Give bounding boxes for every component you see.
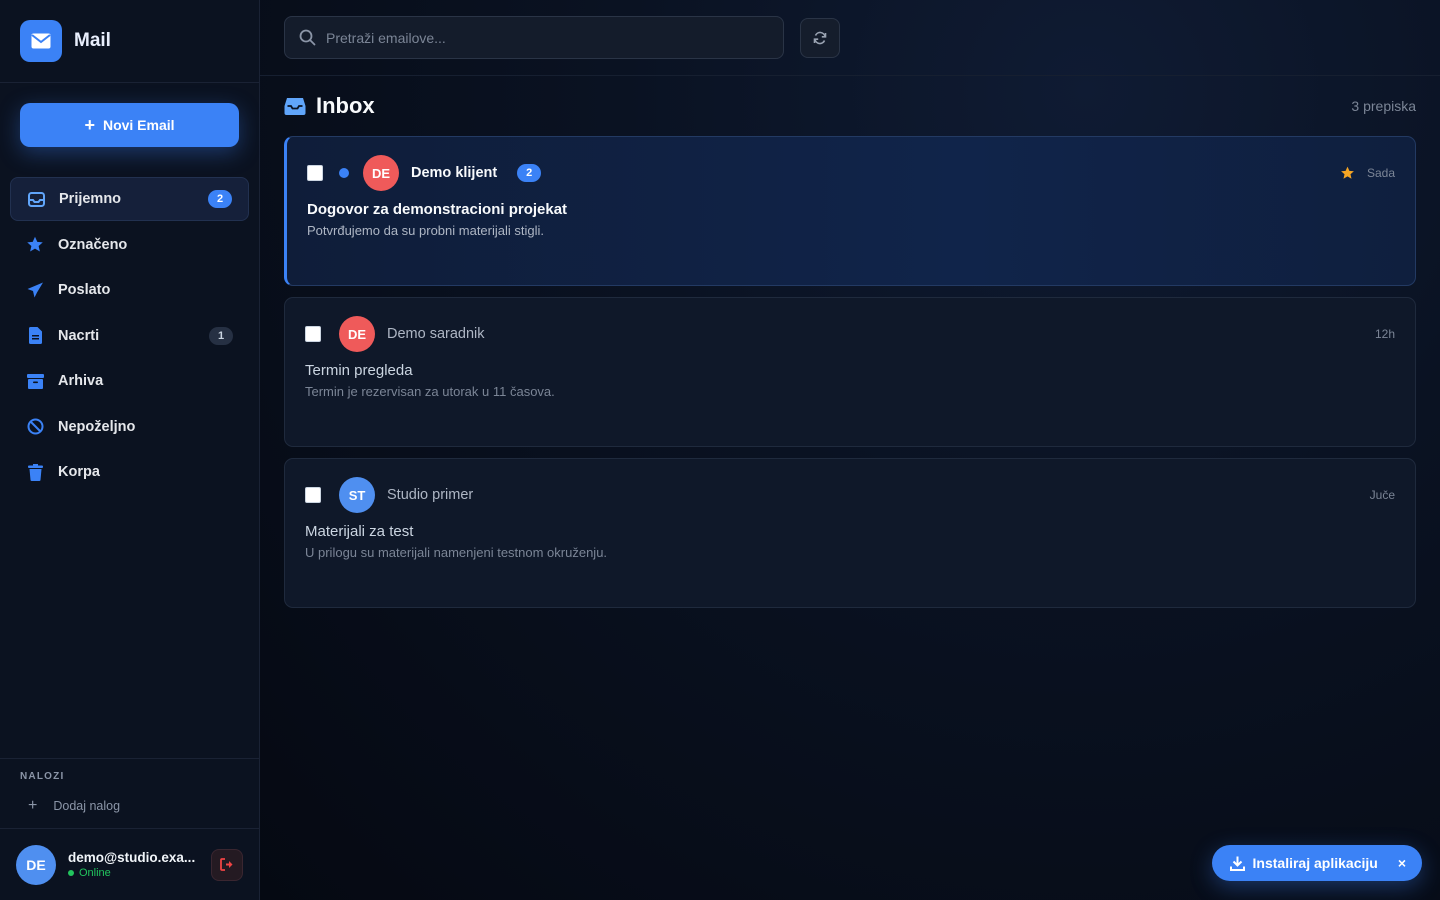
sidebar-item-label: Korpa: [58, 464, 100, 480]
mail-header: DE Demo saradnik 12h: [305, 316, 1395, 352]
inbox-header: Inbox 3 prepiska: [284, 93, 1416, 119]
archive-icon: [26, 372, 44, 390]
user-panel: DE demo@studio.exa... Online: [0, 828, 259, 900]
inbox-icon: [27, 190, 45, 208]
email-subject: Dogovor za demonstracioni projekat: [307, 201, 568, 218]
refresh-button[interactable]: [800, 17, 840, 58]
new-email-button[interactable]: + Novi Email: [20, 103, 239, 147]
email-preview: U prilogu su materijali namenjeni testno…: [305, 545, 608, 560]
list-item[interactable]: DE Demo klijent 2 Sada Dogovor za demons…: [284, 136, 1416, 286]
send-icon: [26, 281, 44, 299]
timestamp: 12h: [1374, 327, 1395, 341]
online-dot-icon: [68, 870, 74, 876]
draft-count-badge: 1: [209, 326, 233, 345]
select-checkbox[interactable]: [307, 165, 323, 181]
sidebar-item-label: Prijemno: [59, 191, 122, 207]
sidebar-item-nacrti[interactable]: Nacrti 1: [10, 314, 249, 358]
select-checkbox[interactable]: [305, 326, 321, 342]
page-title: Inbox: [284, 93, 375, 119]
ban-icon: [26, 418, 44, 436]
logout-button[interactable]: [211, 848, 243, 881]
avatar[interactable]: DE: [16, 844, 56, 885]
plus-icon: +: [84, 115, 95, 135]
sender-name: Demo klijent: [411, 165, 498, 181]
timestamp: Sada: [1366, 166, 1395, 180]
sidebar-item-label: Nepoželjno: [58, 418, 136, 435]
main-panel: Inbox 3 prepiska DE Demo klijent 2 Sada: [260, 0, 1440, 900]
mail-meta: 12h: [1375, 327, 1395, 341]
mail-header: DE Demo klijent 2 Sada: [307, 155, 1395, 191]
sidebar-item-oznaceno[interactable]: Označeno: [10, 223, 249, 267]
sender-name: Demo saradnik: [387, 326, 485, 342]
sidebar-item-korpa[interactable]: Korpa: [10, 450, 249, 494]
search-input[interactable]: [326, 29, 769, 46]
sidebar-item-label: Nacrti: [58, 327, 100, 344]
email-subject: Termin pregleda: [305, 362, 413, 379]
email-preview: Termin je rezervisan za utorak u 11 časo…: [305, 384, 555, 399]
sidebar-item-nepozeljno[interactable]: Nepoželjno: [10, 405, 249, 449]
file-icon: [26, 327, 44, 345]
download-icon: [1229, 856, 1245, 871]
thread-count: 3 prepiska: [1351, 98, 1416, 114]
refresh-icon: [813, 31, 827, 44]
email-preview: Potvrđujemo da su probni materijali stig…: [307, 223, 544, 238]
topbar: [260, 0, 1440, 76]
inbox-title-text: Inbox: [316, 93, 375, 118]
mail-logo-icon: [20, 20, 62, 62]
plus-icon: +: [28, 797, 38, 814]
star-icon: [26, 236, 44, 254]
user-email: demo@studio.exa...: [68, 850, 196, 865]
unread-dot-icon: [339, 168, 349, 178]
user-status: Online: [68, 867, 199, 879]
search-box[interactable]: [284, 16, 784, 59]
list-item[interactable]: DE Demo saradnik 12h Termin pregleda Ter…: [284, 297, 1416, 447]
mail-header: ST Studio primer Juče: [305, 477, 1395, 513]
install-app-button[interactable]: Instaliraj aplikaciju ×: [1211, 845, 1422, 881]
avatar: ST: [339, 477, 375, 513]
sidebar-item-label: Poslato: [58, 282, 111, 298]
star-icon[interactable]: [1340, 166, 1355, 180]
list-item[interactable]: ST Studio primer Juče Materijali za test…: [284, 458, 1416, 608]
folder-nav: Prijemno 2 Označeno Poslato Nacrti 1 Arh…: [0, 177, 259, 496]
logout-icon: [220, 858, 233, 871]
mail-meta: Sada: [1340, 166, 1395, 180]
avatar: DE: [363, 155, 399, 191]
brand: Mail: [0, 0, 259, 83]
user-info: demo@studio.exa... Online: [68, 850, 199, 879]
thread-count-badge: 2: [517, 164, 542, 182]
mail-app: Mail + Novi Email Prijemno 2 Označeno Po…: [0, 0, 1440, 900]
add-account-button[interactable]: + Dodaj nalog: [20, 798, 239, 814]
new-email-label: Novi Email: [102, 117, 175, 133]
sender-name: Studio primer: [387, 487, 474, 503]
avatar: DE: [339, 316, 375, 352]
email-subject: Materijali za test: [305, 523, 414, 540]
search-icon: [299, 29, 316, 46]
app-title: Mail: [74, 30, 111, 51]
sidebar-item-label: Arhiva: [58, 373, 104, 389]
sidebar-item-arhiva[interactable]: Arhiva: [10, 359, 249, 403]
unread-count-badge: 2: [208, 190, 232, 208]
install-label: Instaliraj aplikaciju: [1252, 855, 1378, 871]
status-text: Online: [79, 867, 111, 879]
close-icon[interactable]: ×: [1398, 855, 1406, 871]
trash-icon: [26, 463, 44, 481]
sidebar-item-poslato[interactable]: Poslato: [10, 268, 249, 312]
mail-meta: Juče: [1370, 488, 1395, 502]
sidebar-item-label: Označeno: [58, 236, 128, 253]
inbox-content: Inbox 3 prepiska DE Demo klijent 2 Sada: [260, 76, 1440, 608]
inbox-icon: [284, 97, 306, 115]
accounts-title: NALOZI: [20, 771, 65, 782]
accounts-section: NALOZI + Dodaj nalog: [0, 758, 259, 828]
sidebar: Mail + Novi Email Prijemno 2 Označeno Po…: [0, 0, 260, 900]
select-checkbox[interactable]: [305, 487, 321, 503]
sidebar-item-prijemno[interactable]: Prijemno 2: [10, 177, 249, 221]
add-account-label: Dodaj nalog: [53, 799, 121, 813]
timestamp: Juče: [1369, 488, 1395, 502]
